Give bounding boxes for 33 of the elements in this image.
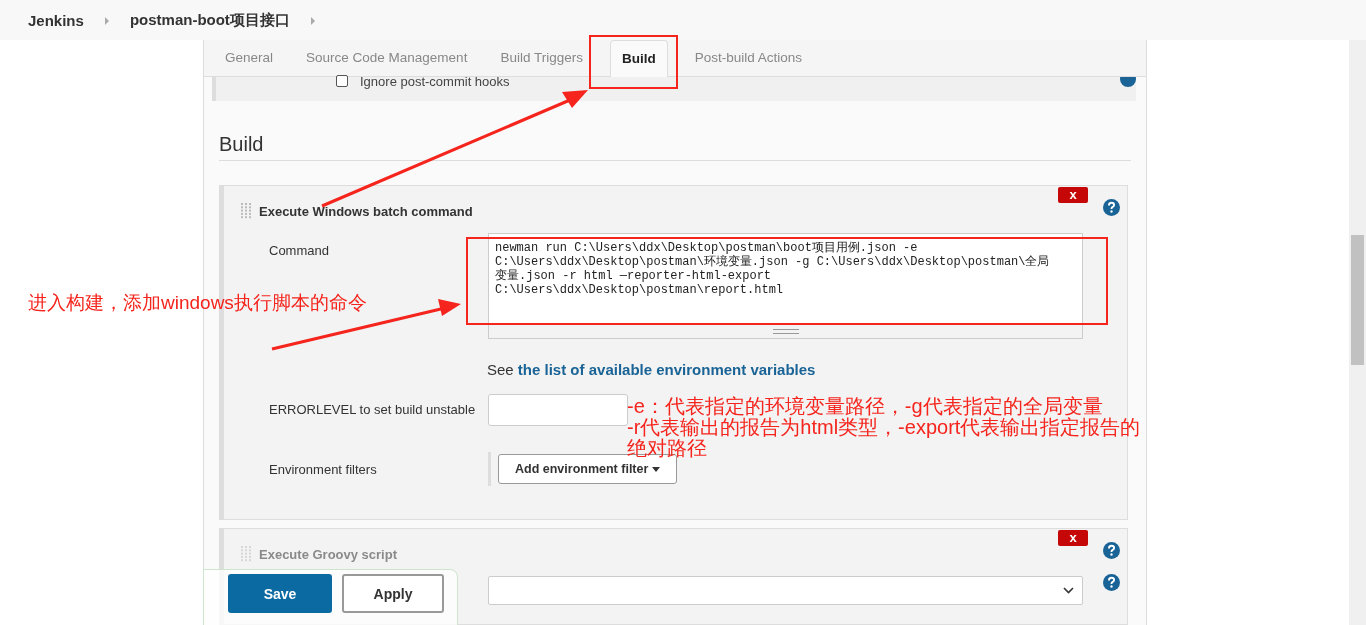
dropdown[interactable] [488, 576, 1083, 605]
errorlevel-field[interactable] [488, 394, 628, 426]
checkbox[interactable] [336, 75, 348, 87]
field-label: Command [268, 242, 330, 258]
field-label: ERRORLEVEL to set build unstable [268, 401, 477, 417]
drag-handle-icon[interactable] [241, 546, 251, 562]
annotation-text: -e：代表指定的环境变量路径，-g代表指定的全局变量 [627, 396, 1104, 417]
delete-button[interactable]: x [1058, 530, 1088, 546]
help-text: See the list of available environment variables [487, 361, 816, 378]
chevron-icon[interactable] [103, 16, 110, 25]
breadcrumb-link[interactable]: Jenkins [28, 11, 84, 29]
step-title: Execute Groovy script [259, 547, 397, 562]
chevron-icon[interactable] [309, 16, 316, 25]
caret-icon [652, 466, 661, 472]
tab[interactable]: Build [609, 40, 668, 77]
tab[interactable]: Post-build Actions [688, 50, 808, 76]
section-title: Build [219, 133, 1131, 161]
breadcrumb-link[interactable]: postman-boot项目接口 [129, 10, 290, 30]
env-variables-link[interactable]: the list of available environment variables [517, 361, 816, 378]
delete-button[interactable]: x [1058, 187, 1088, 203]
checkbox-label: Ignore post-commit hooks [360, 75, 510, 88]
step-title: Execute Windows batch command [259, 204, 473, 219]
tab[interactable]: Build Triggers [494, 50, 589, 76]
scrollbar[interactable] [1349, 40, 1366, 625]
field-label: Environment filters [268, 461, 378, 477]
command-field[interactable]: newman run C:\Users\ddx\Desktop\postman\boot项目用例.json -e C:\Users\ddx\Desktop\postman\环境变量.json -g C:\Users\ddx\Desktop\postman\全局变量.json -r html —reporter-html-export C:\Users\ddx\Desktop\postman\report.html [488, 233, 1083, 324]
annotation-text: 进入构建，添加windows执行脚本的命令 [28, 291, 367, 315]
drag-handle-icon[interactable] [241, 203, 251, 219]
tab[interactable]: General [219, 50, 280, 76]
form-button[interactable]: Save [228, 574, 332, 613]
tab[interactable]: Source Code Management [300, 50, 474, 76]
chevron-down-icon [1063, 587, 1074, 594]
form-button[interactable]: Apply [342, 574, 444, 613]
